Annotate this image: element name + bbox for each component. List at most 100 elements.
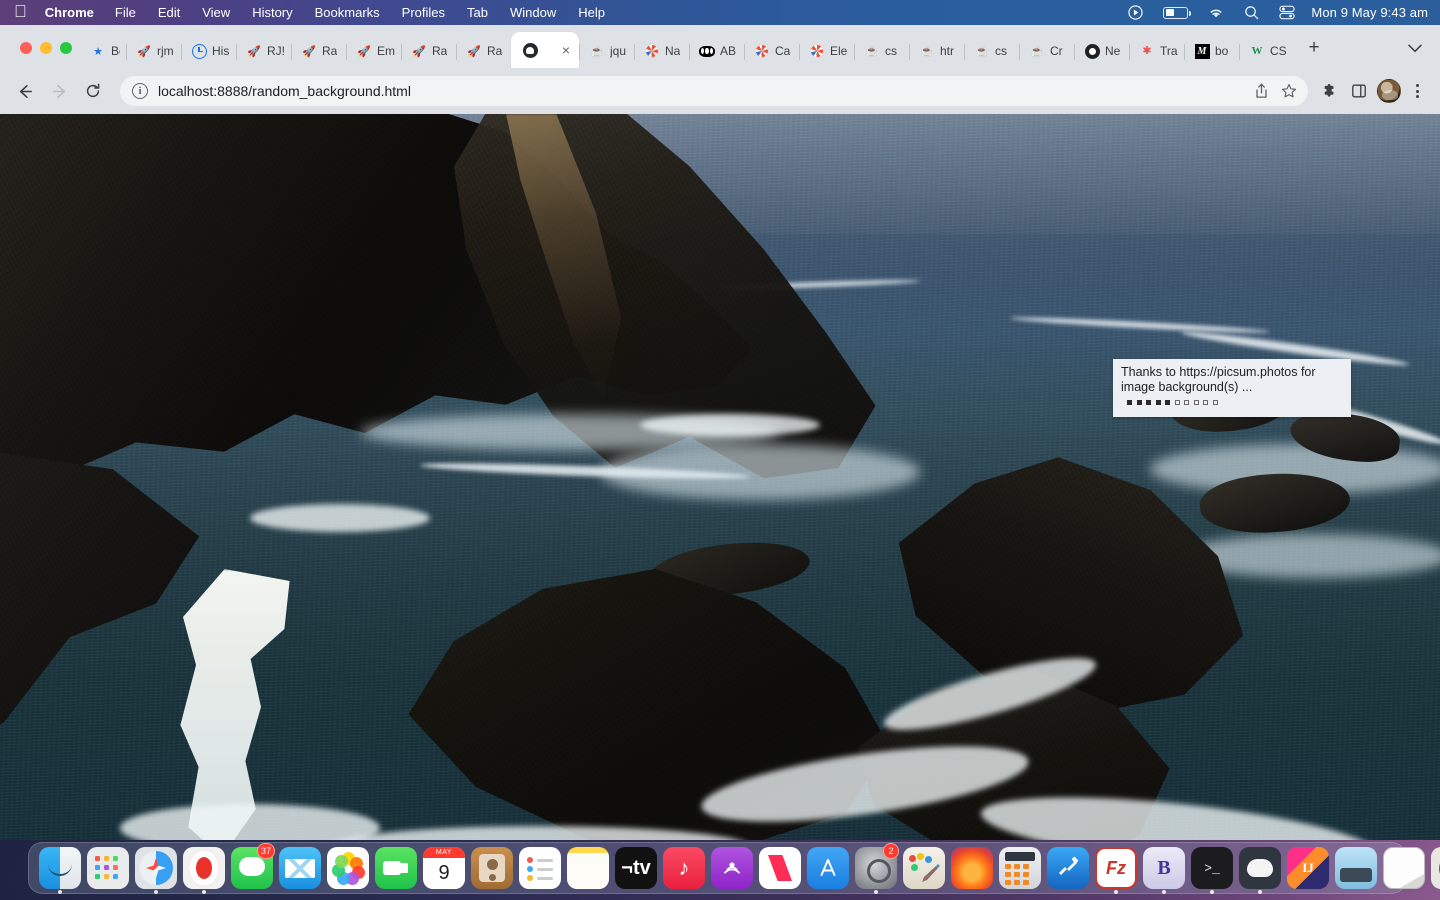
menu-item-profiles[interactable]: Profiles bbox=[391, 0, 456, 25]
extensions-puzzle-icon[interactable] bbox=[1314, 76, 1344, 106]
close-window-button[interactable] bbox=[20, 42, 32, 54]
site-info-icon[interactable]: i bbox=[132, 83, 148, 99]
reload-button[interactable] bbox=[78, 76, 108, 106]
tab-label: Cr bbox=[1050, 44, 1063, 58]
control-center-play-icon[interactable] bbox=[1118, 5, 1153, 20]
dock-item-launchpad[interactable] bbox=[85, 845, 131, 891]
tab-history[interactable]: His bbox=[181, 34, 236, 68]
foam-wash bbox=[250, 504, 430, 532]
menu-item-tab[interactable]: Tab bbox=[456, 0, 499, 25]
menu-item-edit[interactable]: Edit bbox=[147, 0, 191, 25]
dock-item-finder[interactable] bbox=[37, 845, 83, 894]
tab-search-button[interactable] bbox=[1400, 34, 1430, 62]
dock-item-system-preferences[interactable]: 2 bbox=[853, 843, 899, 894]
tab-cs-3[interactable]: W CS bbox=[1239, 34, 1294, 68]
dock-item-xcode[interactable] bbox=[1045, 845, 1091, 891]
minimize-window-button[interactable] bbox=[40, 42, 52, 54]
dock-item-mamp[interactable] bbox=[1237, 845, 1283, 894]
menu-item-history[interactable]: History bbox=[241, 0, 303, 25]
dock-item-firefox[interactable] bbox=[949, 845, 995, 891]
java-icon: ☕ bbox=[865, 45, 879, 58]
control-center-icon[interactable] bbox=[1269, 5, 1305, 20]
dock-item-gimp[interactable] bbox=[1429, 845, 1440, 891]
tab-ra-1[interactable]: 🚀 Ra bbox=[291, 34, 346, 68]
tab-htr[interactable]: ☕ htr bbox=[909, 34, 964, 68]
menu-bar-status-area: Mon 9 May 9:43 am bbox=[1118, 5, 1440, 20]
tab-ra-2[interactable]: 🚀 Ra bbox=[401, 34, 456, 68]
profile-avatar[interactable] bbox=[1377, 79, 1401, 103]
menu-item-window[interactable]: Window bbox=[499, 0, 567, 25]
close-tab-button[interactable]: × bbox=[557, 41, 575, 59]
tab-rjm[interactable]: 🚀 rjm bbox=[126, 34, 181, 68]
menu-item-view[interactable]: View bbox=[191, 0, 241, 25]
share-icon[interactable] bbox=[1248, 78, 1274, 104]
dock-item-music[interactable]: ♪ bbox=[661, 845, 707, 891]
dock-item-libreoffice[interactable] bbox=[1381, 845, 1427, 891]
tab-na[interactable]: Na bbox=[634, 34, 689, 68]
wifi-icon[interactable] bbox=[1198, 6, 1234, 19]
dock-item-messages[interactable]: 37 bbox=[229, 843, 275, 891]
tab-ca[interactable]: Ca bbox=[744, 34, 799, 68]
menu-item-file[interactable]: File bbox=[104, 0, 147, 25]
tab-active-random-background[interactable]: × bbox=[511, 32, 579, 68]
tab-label: Ne bbox=[1105, 44, 1121, 58]
dock-item-opera[interactable] bbox=[181, 845, 227, 894]
dock-item-podcasts[interactable] bbox=[709, 845, 755, 891]
search-icon[interactable] bbox=[1234, 5, 1269, 20]
tab-tra[interactable]: ✱ Tra bbox=[1129, 34, 1184, 68]
tab-cs-2[interactable]: ☕ cs bbox=[964, 34, 1019, 68]
mac-dock: 37 MAY 9 ¬tv ♪ 2 Fz B >_ IJ bbox=[28, 842, 1440, 894]
tab-cr[interactable]: ☕ Cr bbox=[1019, 34, 1074, 68]
dock-item-terminal[interactable]: >_ bbox=[1189, 845, 1235, 894]
dock-item-intellij-idea[interactable]: IJ bbox=[1285, 845, 1331, 891]
dock-item-notes[interactable] bbox=[565, 845, 611, 891]
tab-jquery[interactable]: ☕ jqu bbox=[579, 34, 634, 68]
dock-item-facetime[interactable] bbox=[373, 845, 419, 891]
battery-icon[interactable] bbox=[1153, 6, 1198, 19]
dock-item-reminders[interactable] bbox=[517, 845, 563, 891]
tab-abc[interactable]: AB bbox=[689, 34, 744, 68]
dock-item-news[interactable] bbox=[757, 845, 803, 891]
tab-rj[interactable]: 🚀 RJ! bbox=[236, 34, 291, 68]
tab-em[interactable]: 🚀 Em bbox=[346, 34, 401, 68]
dock-item-mail[interactable] bbox=[277, 845, 323, 891]
dock-item-contacts[interactable] bbox=[469, 845, 515, 891]
tab-ele[interactable]: Ele bbox=[799, 34, 854, 68]
maximize-window-button[interactable] bbox=[60, 42, 72, 54]
calendar-month: MAY bbox=[423, 847, 465, 858]
dock-item-filezilla[interactable]: Fz bbox=[1093, 845, 1139, 894]
new-tab-button[interactable]: + bbox=[1300, 34, 1328, 62]
w-letter-icon: W bbox=[1251, 45, 1263, 57]
star-icon: ★ bbox=[93, 45, 103, 58]
menu-item-help[interactable]: Help bbox=[567, 0, 616, 25]
menu-item-bookmarks[interactable]: Bookmarks bbox=[304, 0, 391, 25]
tab-bo[interactable]: M bo bbox=[1184, 34, 1239, 68]
back-button[interactable] bbox=[10, 76, 40, 106]
menu-bar-clock[interactable]: Mon 9 May 9:43 am bbox=[1305, 5, 1428, 20]
tab-ra-3[interactable]: 🚀 Ra bbox=[456, 34, 511, 68]
tab-label: AB bbox=[720, 44, 737, 58]
tab-cs-1[interactable]: ☕ cs bbox=[854, 34, 909, 68]
menu-item-chrome[interactable]: Chrome bbox=[39, 0, 104, 25]
tab-ne[interactable]: Ne bbox=[1074, 34, 1129, 68]
bbedit-glyph: B bbox=[1157, 856, 1171, 879]
side-panel-icon[interactable] bbox=[1344, 76, 1374, 106]
tab-label: Ra bbox=[322, 44, 338, 58]
bookmark-star-icon[interactable] bbox=[1276, 78, 1302, 104]
dock-item-paintbrush[interactable] bbox=[901, 845, 947, 891]
dock-item-bbedit[interactable]: B bbox=[1141, 845, 1187, 894]
dock-item-preview[interactable] bbox=[1333, 845, 1379, 891]
dock-item-calculator[interactable] bbox=[997, 845, 1043, 891]
address-bar[interactable]: i localhost:8888/random_background.html bbox=[120, 76, 1308, 106]
dock-item-apple-tv[interactable]: ¬tv bbox=[613, 845, 659, 891]
forward-button[interactable] bbox=[44, 76, 74, 106]
dock-item-safari[interactable] bbox=[133, 845, 179, 894]
dock-item-app-store[interactable] bbox=[805, 845, 851, 891]
dock-item-calendar[interactable]: MAY 9 bbox=[421, 845, 467, 891]
dock-item-photos[interactable] bbox=[325, 845, 371, 891]
music-glyph: ♪ bbox=[678, 855, 690, 880]
apple-logo-icon[interactable]:  bbox=[14, 0, 39, 26]
desktop-wallpaper: 37 MAY 9 ¬tv ♪ 2 Fz B >_ IJ bbox=[0, 840, 1440, 900]
chrome-menu-icon[interactable] bbox=[1404, 76, 1430, 106]
tab-bookmarks[interactable]: ★ Bo bbox=[80, 34, 126, 68]
